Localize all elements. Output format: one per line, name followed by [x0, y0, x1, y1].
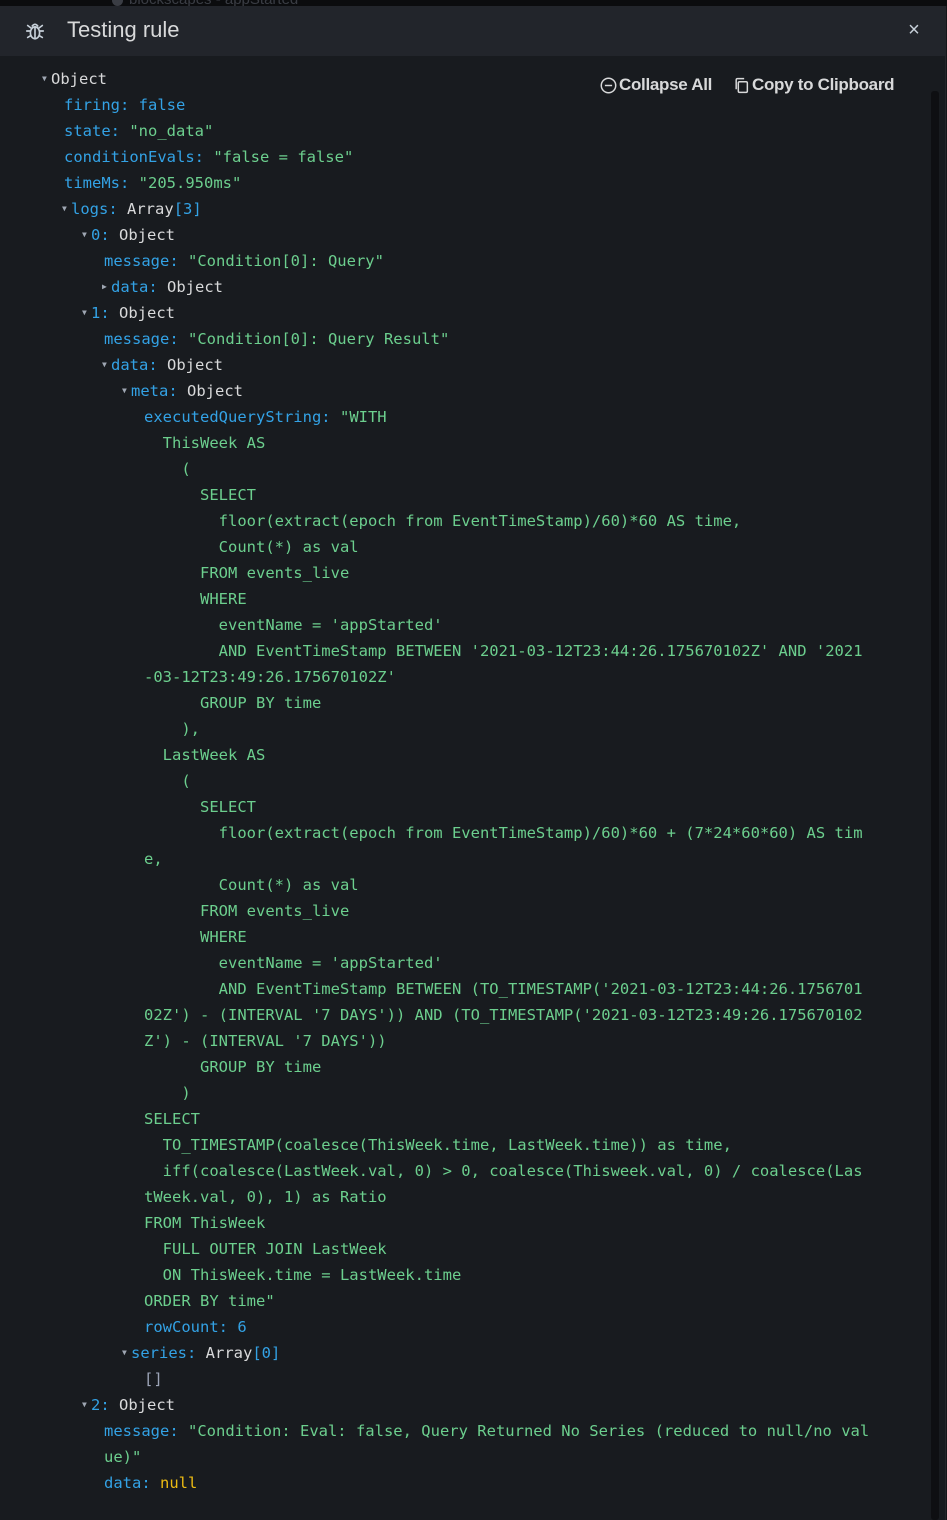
json-row-series-empty: []	[144, 1370, 163, 1388]
copy-label: Copy to Clipboard	[752, 75, 895, 94]
expanded-caret-icon[interactable]: ▼	[82, 300, 91, 326]
query-line: WHERE	[144, 590, 247, 608]
query-line: FULL OUTER JOIN LastWeek	[144, 1240, 387, 1258]
json-row-condition-evals: conditionEvals: "false = false"	[64, 148, 354, 166]
query-line: Z') - (INTERVAL '7 DAYS'))	[144, 1032, 387, 1050]
query-line: tWeek.val, 0), 1) as Ratio	[144, 1188, 387, 1206]
query-line: -03-12T23:49:26.175670102Z'	[144, 668, 396, 686]
query-line: (	[144, 772, 191, 790]
json-row-log-1-message: message: "Condition[0]: Query Result"	[104, 330, 450, 348]
json-row-log-1[interactable]: ▼ 1: Object	[82, 300, 175, 326]
scrollbar[interactable]	[931, 91, 939, 1520]
query-line: Count(*) as val	[144, 876, 359, 894]
query-line: eventName = 'appStarted'	[144, 954, 443, 972]
query-line: GROUP BY time	[144, 1058, 322, 1076]
expanded-caret-icon[interactable]: ▼	[122, 378, 131, 404]
query-line: e,	[144, 850, 163, 868]
minus-circle-icon	[600, 77, 617, 94]
expanded-caret-icon[interactable]: ▼	[42, 66, 51, 92]
json-row-log-1-data[interactable]: ▼ data: Object	[102, 352, 223, 378]
testing-rule-modal: Testing rule × Collapse All Copy to Clip…	[0, 6, 946, 1520]
query-line: Count(*) as val	[144, 538, 359, 556]
modal-header: Testing rule ×	[0, 6, 945, 56]
expanded-caret-icon[interactable]: ▼	[62, 196, 71, 222]
query-line: ThisWeek AS	[144, 434, 266, 452]
modal-title: Testing rule	[67, 17, 180, 42]
expanded-caret-icon[interactable]: ▼	[82, 1392, 91, 1418]
collapse-all-button[interactable]: Collapse All	[600, 74, 712, 96]
query-line: ORDER BY time"	[144, 1292, 275, 1310]
json-row-log-2-message-cont: ue)"	[104, 1448, 142, 1466]
json-row-log-0-data[interactable]: ▶ data: Object	[102, 274, 223, 300]
json-row-logs[interactable]: ▼ logs: Array[3]	[62, 196, 202, 222]
json-row-series[interactable]: ▼ series: Array[0]	[122, 1340, 280, 1366]
json-row-log-2[interactable]: ▼ 2: Object	[82, 1392, 175, 1418]
query-line: SELECT	[144, 486, 256, 504]
copy-to-clipboard-button[interactable]: Copy to Clipboard	[733, 74, 895, 96]
json-row-firing: firing: false	[64, 96, 186, 114]
query-line: iff(coalesce(LastWeek.val, 0) > 0, coale…	[144, 1162, 863, 1180]
json-row-log-2-message: message: "Condition: Eval: false, Query …	[104, 1422, 870, 1440]
query-line: FROM events_live	[144, 902, 350, 920]
query-line: WHERE	[144, 928, 247, 946]
query-line: AND EventTimeStamp BETWEEN '2021-03-12T2…	[144, 642, 863, 660]
query-line: ),	[144, 720, 200, 738]
expanded-caret-icon[interactable]: ▼	[82, 222, 91, 248]
json-row-log-0-message: message: "Condition[0]: Query"	[104, 252, 384, 270]
query-line: AND EventTimeStamp BETWEEN (TO_TIMESTAMP…	[144, 980, 863, 998]
copy-icon	[735, 77, 749, 94]
bug-icon	[25, 23, 45, 40]
expanded-caret-icon[interactable]: ▼	[122, 1340, 131, 1366]
query-line: GROUP BY time	[144, 694, 322, 712]
collapsed-caret-icon[interactable]: ▶	[102, 274, 111, 300]
query-line: 02Z') - (INTERVAL '7 DAYS')) AND (TO_TIM…	[144, 1006, 863, 1024]
json-row-executed-query: executedQueryString: "WITH	[144, 408, 387, 426]
query-line: SELECT	[144, 1110, 200, 1128]
close-icon[interactable]: ×	[903, 19, 925, 41]
query-line: FROM events_live	[144, 564, 350, 582]
query-line: TO_TIMESTAMP(coalesce(ThisWeek.time, Las…	[144, 1136, 732, 1154]
query-line: floor(extract(epoch from EventTimeStamp)…	[144, 512, 742, 530]
query-line: ON ThisWeek.time = LastWeek.time	[144, 1266, 462, 1284]
query-line: eventName = 'appStarted'	[144, 616, 443, 634]
query-line: LastWeek AS	[144, 746, 266, 764]
json-row-time-ms: timeMs: "205.950ms"	[64, 174, 242, 192]
query-line: (	[144, 460, 191, 478]
query-line: SELECT	[144, 798, 256, 816]
query-line: FROM ThisWeek	[144, 1214, 266, 1232]
json-row-meta[interactable]: ▼ meta: Object	[122, 378, 243, 404]
json-row-row-count: rowCount: 6	[144, 1318, 247, 1336]
query-line: floor(extract(epoch from EventTimeStamp)…	[144, 824, 863, 842]
json-row-state: state: "no_data"	[64, 122, 214, 140]
json-root-row[interactable]: ▼ Object	[42, 66, 107, 92]
json-row-log-2-data: data: null	[104, 1474, 198, 1492]
json-row-log-0[interactable]: ▼ 0: Object	[82, 222, 175, 248]
query-line: )	[144, 1084, 191, 1102]
expanded-caret-icon[interactable]: ▼	[102, 352, 111, 378]
